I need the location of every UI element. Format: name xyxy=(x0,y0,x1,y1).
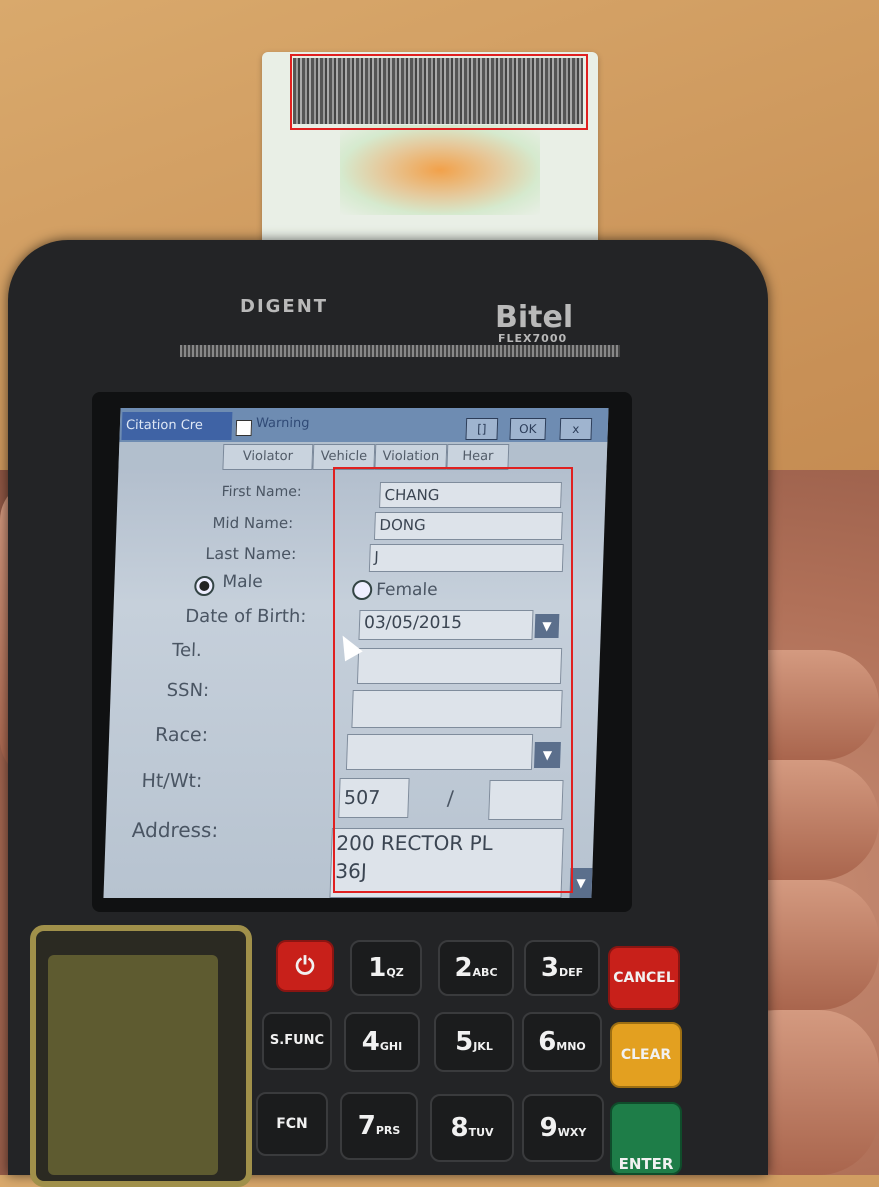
enter-button[interactable]: ENTER xyxy=(610,1102,682,1175)
brand-bitel: Bitel xyxy=(495,300,574,335)
close-button[interactable]: x xyxy=(559,418,593,440)
address-label: Address: xyxy=(131,818,219,842)
key-1[interactable]: 1QZ xyxy=(350,940,422,996)
window-title[interactable]: Citation Cre xyxy=(121,412,233,440)
key-7[interactable]: 7PRS xyxy=(340,1092,418,1160)
fcn-button[interactable]: FCN xyxy=(256,1092,328,1156)
key-4[interactable]: 4GHI xyxy=(344,1012,420,1072)
cancel-button[interactable]: CANCEL xyxy=(608,946,680,1010)
mid-name-label: Mid Name: xyxy=(212,514,294,532)
first-name-label: First Name: xyxy=(221,484,302,500)
last-name-label: Last Name: xyxy=(205,544,297,563)
card-hologram xyxy=(340,125,540,215)
clear-button[interactable]: CLEAR xyxy=(610,1022,682,1088)
htwt-label: Ht/Wt: xyxy=(141,770,203,792)
form-highlight-box xyxy=(333,467,573,893)
barcode-highlight-box xyxy=(290,54,588,130)
key-8[interactable]: 8TUV xyxy=(430,1094,514,1162)
sfunc-button[interactable]: S.FUNC xyxy=(262,1012,332,1070)
key-9[interactable]: 9WXY xyxy=(522,1094,604,1162)
ssn-label: SSN: xyxy=(166,680,210,701)
key-6[interactable]: 6MNO xyxy=(522,1012,602,1072)
tab-violator[interactable]: Violator xyxy=(222,444,314,470)
power-button[interactable]: ⏻ xyxy=(276,940,334,992)
male-radio[interactable] xyxy=(193,576,215,596)
ok-button[interactable]: OK xyxy=(509,418,547,440)
key-2[interactable]: 2ABC xyxy=(438,940,514,996)
brand-digent: DIGENT xyxy=(240,296,329,317)
male-label: Male xyxy=(222,572,264,592)
key-5[interactable]: 5JKL xyxy=(434,1012,514,1072)
warning-checkbox[interactable] xyxy=(235,420,253,436)
warning-label: Warning xyxy=(255,416,310,431)
key-3[interactable]: 3DEF xyxy=(524,940,600,996)
dob-label: Date of Birth: xyxy=(184,606,307,627)
race-label: Race: xyxy=(154,724,209,746)
brand-model: FLEX7000 xyxy=(498,332,568,345)
fingerprint-sensor xyxy=(48,955,218,1175)
restore-button[interactable]: [] xyxy=(465,418,499,440)
printer-slot xyxy=(180,345,620,357)
tel-label: Tel. xyxy=(171,640,203,661)
